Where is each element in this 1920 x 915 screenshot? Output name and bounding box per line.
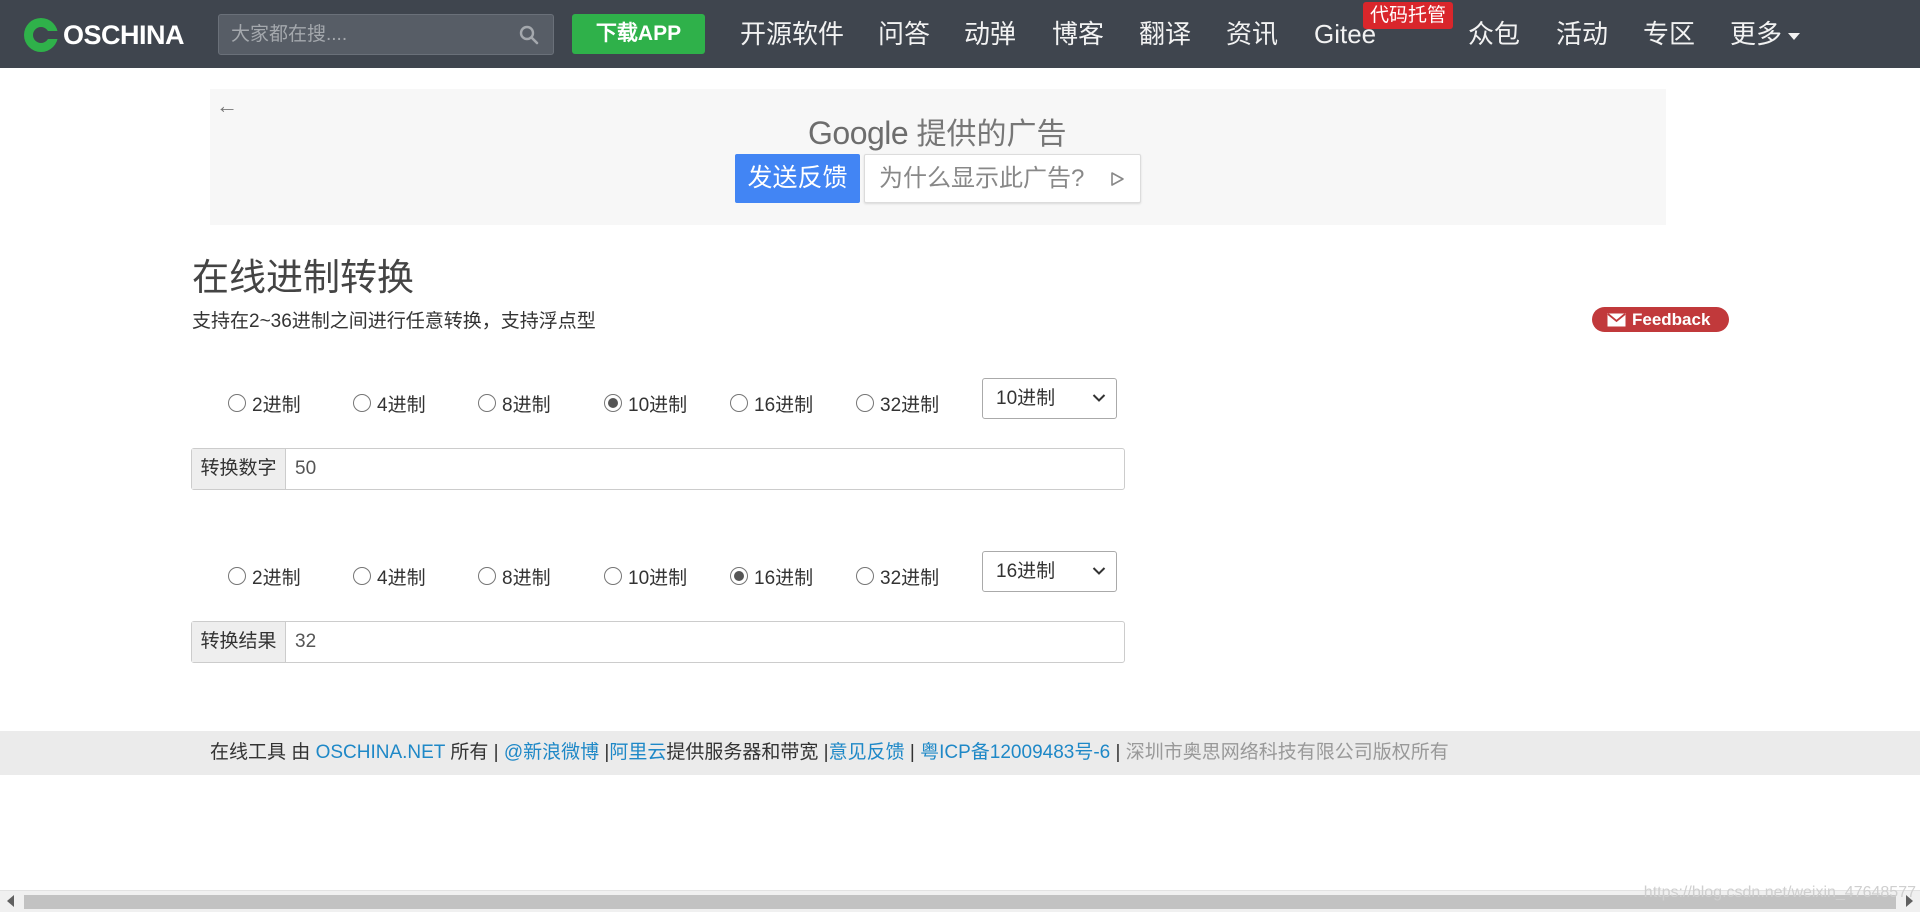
target-select-value: 16进制: [996, 561, 1056, 582]
footer-link-oschina[interactable]: OSCHINA.NET: [316, 742, 446, 763]
footer-link-aliyun[interactable]: 阿里云: [609, 742, 666, 763]
nav-crowdsourcing[interactable]: 众包: [1468, 14, 1520, 54]
radio-circle[interactable]: [228, 394, 246, 412]
target-radio-base-2[interactable]: 2进制: [228, 563, 301, 589]
footer-aliyun-text: 提供服务器和带宽 |: [666, 742, 829, 763]
result-label: 转换结果: [192, 622, 286, 662]
source-number-field: 转换数字: [191, 448, 1125, 490]
search-icon[interactable]: [519, 25, 539, 45]
source-radio-base-10[interactable]: 10进制: [604, 390, 687, 416]
nav-blog[interactable]: 博客: [1052, 14, 1104, 54]
ad-title-text: 提供的广告: [916, 118, 1067, 151]
chevron-down-icon: [1092, 567, 1106, 575]
target-radio-base-4[interactable]: 4进制: [353, 563, 426, 589]
radio-circle[interactable]: [604, 567, 622, 585]
footer-link-icp[interactable]: 粤ICP备12009483号-6: [920, 742, 1110, 763]
ad-why-button[interactable]: 为什么显示此广告?: [864, 154, 1141, 203]
footer-owned: 所有 |: [445, 742, 504, 763]
google-wordmark: Google: [808, 115, 909, 151]
logo-text: OSCHINA: [63, 19, 185, 50]
source-radio-base-8[interactable]: 8进制: [478, 390, 551, 416]
play-icon: [1111, 172, 1124, 186]
target-radio-base-10[interactable]: 10进制: [604, 563, 687, 589]
search-box: [218, 14, 554, 55]
oschina-logo-icon: [24, 18, 59, 52]
footer-text: 在线工具 由 OSCHINA.NET 所有 | @新浪微博 |阿里云提供服务器和…: [210, 731, 1449, 775]
radio-circle-checked[interactable]: [604, 394, 622, 412]
footer-sep: |: [1110, 742, 1126, 763]
ad-why-label: 为什么显示此广告?: [879, 165, 1085, 192]
page-title: 在线进制转换: [192, 257, 414, 298]
result-input[interactable]: [287, 622, 1123, 662]
radio-circle[interactable]: [478, 567, 496, 585]
source-select-value: 10进制: [996, 388, 1056, 409]
gitee-badge: 代码托管: [1363, 2, 1454, 29]
footer-link-feedback[interactable]: 意见反馈: [829, 742, 905, 763]
footer-prefix: 在线工具 由: [210, 742, 316, 763]
ad-title: Google 提供的广告: [808, 109, 1067, 153]
mail-icon: [1607, 313, 1626, 327]
nav-events[interactable]: 活动: [1556, 14, 1608, 54]
caret-down-icon: [1788, 32, 1801, 40]
radio-circle-checked[interactable]: [730, 567, 748, 585]
radio-circle[interactable]: [353, 394, 371, 412]
nav-questions[interactable]: 问答: [878, 14, 930, 54]
footer: 在线工具 由 OSCHINA.NET 所有 | @新浪微博 |阿里云提供服务器和…: [0, 731, 1920, 775]
scrollbar-thumb[interactable]: [24, 895, 1896, 909]
source-base-select[interactable]: 10进制: [982, 378, 1117, 419]
oschina-logo[interactable]: OSCHINA: [24, 17, 185, 53]
source-radio-base-32[interactable]: 32进制: [856, 390, 939, 416]
nav-more-label: 更多: [1730, 19, 1783, 49]
nav-news[interactable]: 资讯: [1226, 14, 1278, 54]
chevron-down-icon: [1092, 394, 1106, 402]
radio-circle[interactable]: [730, 394, 748, 412]
watermark: https://blog.csdn.net/weixin_47648577: [1643, 884, 1916, 901]
nav-open-source[interactable]: 开源软件: [740, 14, 844, 54]
footer-sep: |: [599, 742, 610, 763]
feedback-label: Feedback: [1632, 310, 1711, 329]
ad-send-feedback-button[interactable]: 发送反馈: [735, 154, 860, 203]
radio-circle[interactable]: [856, 567, 874, 585]
footer-sep: |: [904, 742, 921, 763]
footer-link-weibo[interactable]: @新浪微博: [504, 742, 599, 763]
result-field: 转换结果: [191, 621, 1125, 663]
nav-tweets[interactable]: 动弹: [964, 14, 1016, 54]
page-subtitle: 支持在2~36进制之间进行任意转换，支持浮点型: [192, 311, 596, 332]
footer-copyright: 深圳市奥思网络科技有限公司版权所有: [1125, 742, 1449, 763]
top-navbar: OSCHINA 下载APP 开源软件 问答 动弹 博客 翻译 资讯 Gitee …: [0, 0, 1920, 68]
target-radio-base-16[interactable]: 16进制: [730, 563, 813, 589]
radio-circle[interactable]: [478, 394, 496, 412]
nav-zones[interactable]: 专区: [1643, 14, 1695, 54]
source-number-label: 转换数字: [192, 449, 286, 489]
radio-circle[interactable]: [228, 567, 246, 585]
nav-more[interactable]: 更多: [1730, 14, 1801, 54]
radio-circle[interactable]: [856, 394, 874, 412]
source-radio-base-16[interactable]: 16进制: [730, 390, 813, 416]
source-radio-base-2[interactable]: 2进制: [228, 390, 301, 416]
ad-block: ← Google 提供的广告 发送反馈 为什么显示此广告?: [210, 89, 1666, 225]
radio-circle[interactable]: [353, 567, 371, 585]
source-radio-base-4[interactable]: 4进制: [353, 390, 426, 416]
search-input[interactable]: [219, 15, 509, 54]
feedback-button[interactable]: Feedback: [1592, 307, 1729, 332]
scroll-left-arrow-icon[interactable]: [7, 895, 14, 907]
back-arrow-icon[interactable]: ←: [216, 93, 238, 119]
target-radio-base-32[interactable]: 32进制: [856, 563, 939, 589]
target-base-select[interactable]: 16进制: [982, 551, 1117, 592]
nav-translate[interactable]: 翻译: [1139, 14, 1191, 54]
target-radio-base-8[interactable]: 8进制: [478, 563, 551, 589]
source-number-input[interactable]: [287, 449, 1123, 489]
horizontal-scrollbar[interactable]: [0, 890, 1920, 912]
download-app-button[interactable]: 下载APP: [572, 14, 705, 54]
